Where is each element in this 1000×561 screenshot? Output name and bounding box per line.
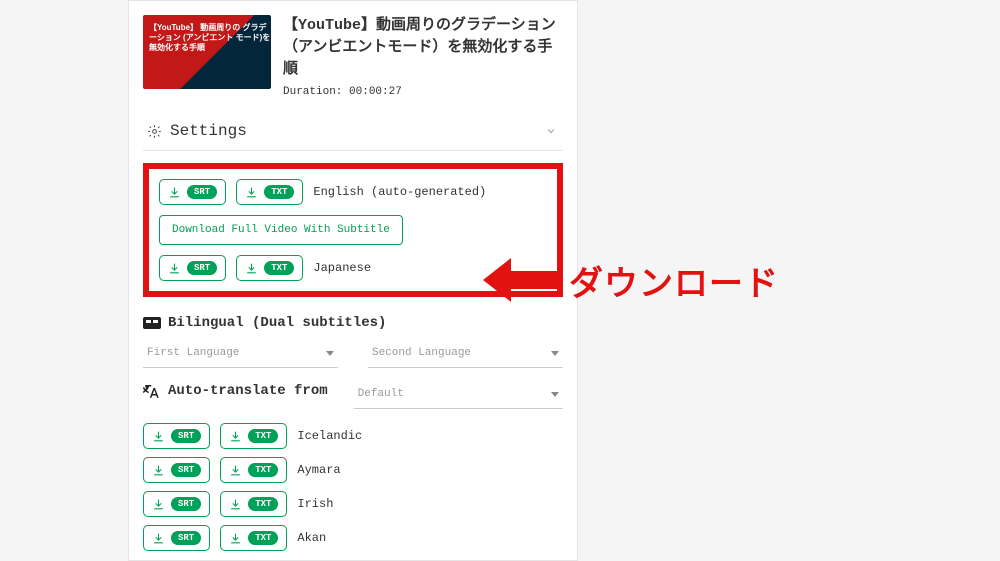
download-icon	[168, 186, 181, 199]
language-label: Akan	[297, 531, 326, 545]
arrow-icon	[483, 255, 563, 305]
download-icon	[168, 262, 181, 275]
auto-translate-default-placeholder: Default	[358, 388, 404, 400]
first-language-select[interactable]: First Language	[143, 341, 338, 368]
bilingual-heading-text: Bilingual (Dual subtitles)	[168, 315, 386, 331]
auto-translate-heading: Auto-translate from	[143, 382, 328, 400]
language-japanese: Japanese	[313, 261, 371, 275]
auto-translate-list: SRT TXT Icelandic SRT TXT Aymara SRT TXT…	[143, 423, 563, 551]
download-txt-japanese[interactable]: TXT	[236, 255, 303, 281]
download-icon	[229, 498, 242, 511]
download-txt-icelandic[interactable]: TXT	[220, 423, 287, 449]
translate-icon	[143, 382, 161, 400]
second-language-placeholder: Second Language	[372, 347, 471, 359]
list-item: SRT TXT Akan	[143, 525, 563, 551]
language-label: Irish	[297, 497, 333, 511]
download-icon	[152, 532, 165, 545]
download-icon	[245, 186, 258, 199]
txt-pill: TXT	[248, 497, 278, 511]
download-srt-english[interactable]: SRT	[159, 179, 226, 205]
chevron-down-icon	[545, 125, 557, 137]
download-icon	[245, 262, 258, 275]
language-label: Aymara	[297, 463, 340, 477]
video-thumbnail: 【YouTube】 動画周りの グラデーション (アンビエント モード)を 無効…	[143, 15, 271, 89]
srt-pill: SRT	[171, 463, 201, 477]
dropdown-icon	[551, 351, 559, 356]
download-icon	[152, 430, 165, 443]
download-txt-akan[interactable]: TXT	[220, 525, 287, 551]
video-title: 【YouTube】動画周りのグラデーション（アンビエントモード）を無効化する手順	[283, 15, 563, 80]
list-item: SRT TXT Irish	[143, 491, 563, 517]
auto-translate-default-select[interactable]: Default	[354, 382, 563, 409]
download-srt-japanese[interactable]: SRT	[159, 255, 226, 281]
txt-pill: TXT	[248, 531, 278, 545]
srt-pill: SRT	[171, 497, 201, 511]
video-meta: 【YouTube】動画周りのグラデーション（アンビエントモード）を無効化する手順…	[283, 15, 563, 98]
list-item: SRT TXT Icelandic	[143, 423, 563, 449]
txt-pill: TXT	[248, 429, 278, 443]
settings-toggle[interactable]: Settings	[143, 118, 563, 151]
video-header: 【YouTube】 動画周りの グラデーション (アンビエント モード)を 無効…	[143, 15, 563, 98]
thumbnail-caption: 【YouTube】 動画周りの グラデーション (アンビエント モード)を 無効…	[149, 23, 271, 53]
annotation: ダウンロード	[483, 255, 779, 305]
srt-pill: SRT	[187, 185, 217, 199]
download-srt-aymara[interactable]: SRT	[143, 457, 210, 483]
first-language-placeholder: First Language	[147, 347, 239, 359]
settings-label: Settings	[170, 122, 247, 140]
auto-translate-heading-text: Auto-translate from	[168, 383, 328, 399]
srt-pill: SRT	[187, 261, 217, 275]
download-txt-irish[interactable]: TXT	[220, 491, 287, 517]
download-icon	[229, 532, 242, 545]
download-icon	[229, 464, 242, 477]
bilingual-heading: Bilingual (Dual subtitles)	[143, 315, 563, 331]
download-full-video-button[interactable]: Download Full Video With Subtitle	[159, 215, 403, 245]
video-duration: Duration: 00:00:27	[283, 86, 563, 98]
download-icon	[152, 464, 165, 477]
dropdown-icon	[326, 351, 334, 356]
download-srt-icelandic[interactable]: SRT	[143, 423, 210, 449]
download-txt-aymara[interactable]: TXT	[220, 457, 287, 483]
language-english: English (auto-generated)	[313, 185, 486, 199]
dropdown-icon	[551, 392, 559, 397]
txt-pill: TXT	[248, 463, 278, 477]
download-txt-english[interactable]: TXT	[236, 179, 303, 205]
list-item: SRT TXT Aymara	[143, 457, 563, 483]
download-srt-irish[interactable]: SRT	[143, 491, 210, 517]
srt-pill: SRT	[171, 531, 201, 545]
download-icon	[229, 430, 242, 443]
language-label: Icelandic	[297, 429, 362, 443]
txt-pill: TXT	[264, 261, 294, 275]
download-srt-akan[interactable]: SRT	[143, 525, 210, 551]
annotation-text: ダウンロード	[569, 256, 779, 305]
second-language-select[interactable]: Second Language	[368, 341, 563, 368]
subtitles-icon	[143, 317, 161, 329]
srt-pill: SRT	[171, 429, 201, 443]
txt-pill: TXT	[264, 185, 294, 199]
download-icon	[152, 498, 165, 511]
gear-icon	[147, 124, 162, 139]
